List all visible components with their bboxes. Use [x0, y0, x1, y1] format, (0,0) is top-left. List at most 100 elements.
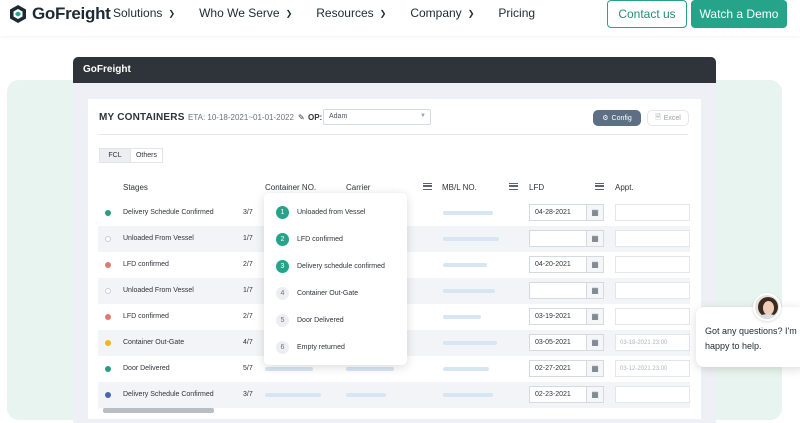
calendar-icon[interactable]: ▦	[587, 256, 604, 273]
appt-input[interactable]: 03-12-2021 23:00	[615, 360, 690, 377]
mbl-no-placeholder	[443, 237, 499, 241]
chat-agent-avatar[interactable]	[753, 293, 781, 321]
column-header-container-no[interactable]: Container NO.	[265, 183, 316, 192]
lfd-date-input[interactable]: 02-23-2021	[529, 386, 587, 403]
status-dot	[105, 288, 111, 294]
nav-item-company[interactable]: Company ❯	[410, 6, 474, 20]
chevron-down-icon: ▼	[420, 113, 426, 119]
carrier-placeholder	[346, 393, 386, 397]
stage-count: 1/7	[243, 235, 253, 242]
stage-step: 1 Unloaded from Vessel	[276, 206, 365, 219]
stage-step: 2 LFD confirmed	[276, 233, 343, 246]
nav-item-solutions[interactable]: Solutions ❯	[113, 6, 175, 20]
eta-range[interactable]: ETA: 10-18-2021~01-01-2022 ✎	[188, 113, 305, 122]
menu-icon[interactable]	[595, 183, 604, 190]
column-header-lfd[interactable]: LFD	[529, 183, 544, 192]
avatar-face	[763, 301, 774, 315]
stage-count: 3/7	[243, 209, 253, 216]
stage-count: 1/7	[243, 287, 253, 294]
step-label: Container Out-Gate	[297, 290, 359, 297]
calendar-icon[interactable]: ▦	[587, 204, 604, 221]
tab-fcl[interactable]: FCL	[99, 148, 131, 163]
lfd-date-input[interactable]: 03-05-2021	[529, 334, 587, 351]
lfd-date-input[interactable]: 03-19-2021	[529, 308, 587, 325]
nav-item-label: Who We Serve	[199, 6, 280, 20]
calendar-icon[interactable]: ▦	[587, 360, 604, 377]
calendar-icon[interactable]: ▦	[587, 308, 604, 325]
appt-input[interactable]	[615, 230, 690, 247]
op-select[interactable]: Adam ▼	[323, 109, 431, 125]
step-label: Door Delivered	[297, 317, 344, 324]
lfd-date-input[interactable]: 02-27-2021	[529, 360, 587, 377]
lfd-date-input[interactable]: 04-20-2021	[529, 256, 587, 273]
column-header-appt[interactable]: Appt.	[615, 183, 634, 192]
nav-item-label: Resources	[316, 6, 374, 20]
appt-input[interactable]	[615, 256, 690, 273]
stage-text: LFD confirmed	[123, 313, 169, 320]
menu-icon[interactable]	[509, 183, 518, 190]
watch-demo-button[interactable]: Watch a Demo	[691, 0, 787, 28]
calendar-icon[interactable]: ▦	[587, 334, 604, 351]
config-button[interactable]: ⚙ Config	[593, 110, 641, 126]
mbl-no-placeholder	[443, 211, 493, 215]
status-dot	[105, 262, 111, 268]
calendar-icon[interactable]: ▦	[587, 230, 604, 247]
op-select-value: Adam	[329, 113, 348, 120]
appt-input[interactable]	[615, 386, 690, 403]
eta-text: ETA: 10-18-2021~01-01-2022	[188, 113, 294, 122]
app-window-header: GoFreight	[73, 57, 716, 83]
stage-count: 2/7	[243, 261, 253, 268]
column-header-stages[interactable]: Stages	[123, 183, 148, 192]
stage-step: 3 Delivery schedule confirmed	[276, 260, 385, 273]
carrier-placeholder	[346, 367, 394, 371]
nav-item-who-we-serve[interactable]: Who We Serve ❯	[199, 6, 292, 20]
status-dot	[105, 314, 111, 320]
nav-item-pricing[interactable]: Pricing	[498, 6, 535, 20]
chevron-down-icon: ❯	[168, 8, 176, 18]
nav-item-resources[interactable]: Resources ❯	[316, 6, 386, 20]
column-header-mbl-no[interactable]: MB/L NO.	[442, 183, 477, 192]
chevron-down-icon: ❯	[379, 8, 387, 18]
nav-item-label: Pricing	[498, 6, 536, 20]
top-navigation: GoFreight Solutions ❯ Who We Serve ❯ Res…	[0, 0, 800, 36]
logo[interactable]: GoFreight	[8, 3, 111, 25]
chevron-down-icon: ❯	[285, 8, 293, 18]
appt-input[interactable]	[615, 282, 690, 299]
step-number-badge: 6	[276, 341, 289, 354]
status-dot	[105, 366, 111, 372]
step-number-badge: 5	[276, 314, 289, 327]
pencil-icon[interactable]: ✎	[298, 113, 305, 122]
appt-input[interactable]	[615, 204, 690, 221]
tab-others[interactable]: Others	[131, 148, 163, 163]
contact-us-button[interactable]: Contact us	[607, 0, 687, 28]
stage-text: Unloaded From Vessel	[123, 235, 194, 242]
step-number-badge: 1	[276, 206, 289, 219]
page-title: MY CONTAINERS	[99, 112, 185, 123]
stage-progress-popover: 1 Unloaded from Vessel 2 LFD confirmed 3…	[264, 193, 407, 365]
column-header-carrier[interactable]: Carrier	[346, 183, 370, 192]
step-label: LFD confirmed	[297, 236, 343, 243]
calendar-icon[interactable]: ▦	[587, 386, 604, 403]
horizontal-scrollbar[interactable]	[103, 408, 214, 413]
step-label: Empty returned	[297, 344, 345, 351]
stage-step: 5 Door Delivered	[276, 314, 344, 327]
stage-count: 2/7	[243, 313, 253, 320]
appt-input[interactable]	[615, 308, 690, 325]
mbl-no-placeholder	[443, 341, 497, 345]
stage-text: Container Out-Gate	[123, 339, 185, 346]
op-label: OP:	[308, 113, 323, 122]
mbl-no-placeholder	[443, 393, 493, 397]
lfd-date-input[interactable]	[529, 230, 587, 247]
app-window-title: GoFreight	[83, 64, 131, 75]
status-dot	[105, 392, 111, 398]
stage-text: Door Delivered	[123, 365, 170, 372]
calendar-icon[interactable]: ▦	[587, 282, 604, 299]
config-label: Config	[611, 114, 632, 122]
chat-message-bubble[interactable]: Got any questions? I'm happy to help.	[696, 307, 800, 367]
appt-input[interactable]: 03-18-2021 23:00	[615, 334, 690, 351]
table-row[interactable]: Delivery Schedule Confirmed 3/7 02-23-20…	[98, 382, 690, 408]
lfd-date-input[interactable]	[529, 282, 587, 299]
menu-icon[interactable]	[423, 183, 432, 190]
excel-button[interactable]: 🗎 Excel	[647, 110, 689, 126]
lfd-date-input[interactable]: 04-28-2021	[529, 204, 587, 221]
